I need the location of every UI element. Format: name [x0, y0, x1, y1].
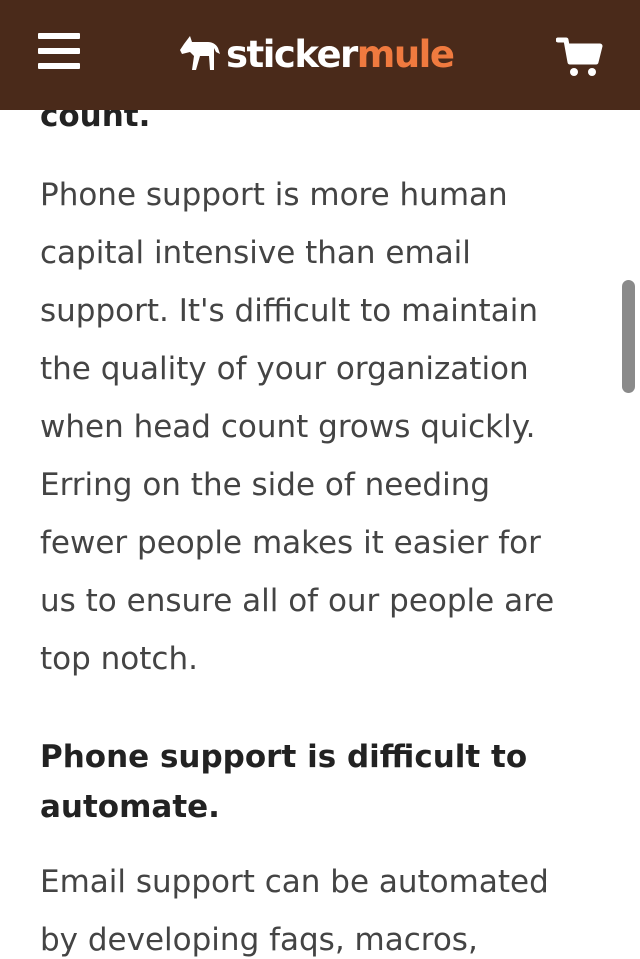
paragraph-line: Erring on the side of needing — [40, 467, 491, 503]
paragraph-line: us to ensure all of our people are — [40, 583, 555, 619]
stickermule-logo[interactable]: stickermule — [178, 24, 455, 84]
section-heading: Phone support is difficult to automate. — [40, 732, 600, 832]
logo-accent-text: mule — [356, 32, 455, 76]
heading-line: Phone support is difficult to — [40, 739, 528, 775]
paragraph-line: when head count grows quickly. — [40, 409, 536, 445]
paragraph-line: the quality of your organization — [40, 351, 529, 387]
paragraph-line: support. It's difficult to maintain — [40, 293, 538, 329]
article-paragraph: Email support can be automated by develo… — [40, 853, 600, 959]
paragraph-line: fewer people makes it easier for — [40, 525, 541, 561]
paragraph-line: by developing faqs, macros, — [40, 922, 478, 958]
vertical-scrollbar[interactable] — [622, 280, 635, 393]
logo-primary-text: sticker — [226, 32, 358, 76]
paragraph-line: top notch. — [40, 641, 198, 677]
article-paragraph: Phone support is more human capital inte… — [40, 166, 600, 688]
mule-icon — [180, 36, 220, 70]
heading-line: automate. — [40, 789, 220, 825]
shopping-cart-icon[interactable] — [555, 36, 604, 78]
site-header: stickermule — [0, 0, 640, 110]
paragraph-line: capital intensive than email — [40, 235, 471, 271]
hamburger-menu-icon[interactable] — [38, 33, 82, 73]
article-content: count. Phone support is more human capit… — [0, 0, 640, 959]
paragraph-line: Phone support is more human — [40, 177, 508, 213]
paragraph-line: Email support can be automated — [40, 864, 549, 900]
